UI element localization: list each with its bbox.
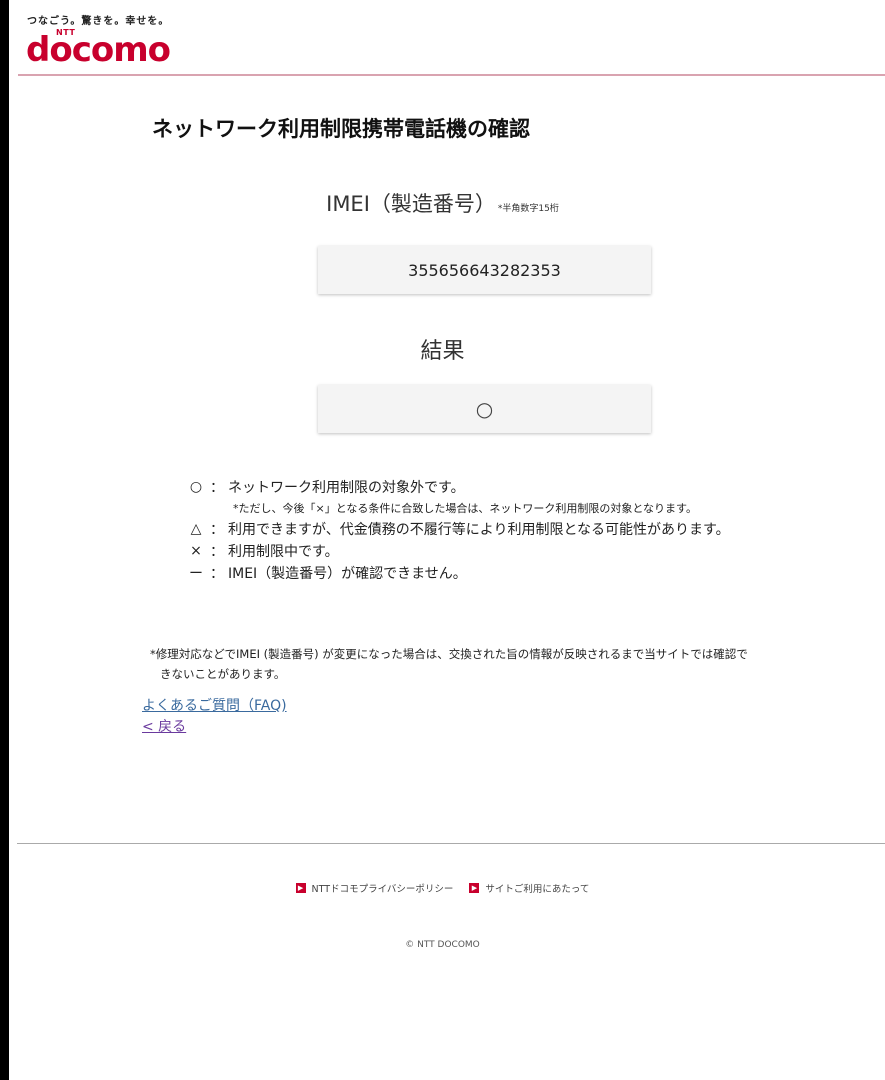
page-title: ネットワーク利用制限携帯電話機の確認 <box>152 117 530 141</box>
footer-links: ▶ NTTドコモプライバシーポリシー ▶ サイトご利用にあたって <box>0 881 885 895</box>
notice-line-1: *修理対応などでIMEI (製造番号) が変更になった場合は、交換された旨の情報… <box>150 647 748 661</box>
repair-notice: *修理対応などでIMEI (製造番号) が変更になった場合は、交換された旨の情報… <box>150 644 840 684</box>
logo-wordmark: docomo <box>26 30 171 70</box>
result-value: ○ <box>475 397 494 421</box>
legend-text: 利用できますが、代金債務の不履行等により利用制限となる可能性があります。 <box>228 522 730 538</box>
faq-link[interactable]: よくあるご質問（FAQ) <box>142 695 287 715</box>
legend-symbol: ー <box>189 566 203 582</box>
legend-symbol: × <box>190 543 202 559</box>
brand-tagline: つなごう。驚きを。幸せを。 <box>27 16 170 27</box>
docomo-logo[interactable]: NTT docomo <box>26 28 186 72</box>
legend-item: ー ： IMEI（製造番号）が確認できません。 <box>186 562 730 584</box>
result-legend: ○ ： ネットワーク利用制限の対象外です。 *ただし、今後「×」となる条件に合致… <box>186 476 730 584</box>
site-terms-label: サイトご利用にあたって <box>485 884 590 895</box>
legend-text: 利用制限中です。 <box>228 544 339 560</box>
imei-value: 355656643282353 <box>408 260 561 280</box>
arrow-right-icon: ▶ <box>295 883 306 893</box>
imei-value-box: 355656643282353 <box>318 246 651 294</box>
legend-item: ○ ： ネットワーク利用制限の対象外です。 <box>186 476 730 498</box>
header-divider <box>18 74 885 76</box>
privacy-policy-label: NTTドコモプライバシーポリシー <box>311 884 454 895</box>
result-value-box: ○ <box>318 385 651 433</box>
site-terms-link[interactable]: ▶ サイトご利用にあたって <box>469 881 589 895</box>
legend-text: IMEI（製造番号）が確認できません。 <box>228 566 467 582</box>
imei-label-text: IMEI（製造番号） <box>326 192 496 216</box>
legend-symbol: ○ <box>189 479 203 495</box>
arrow-right-icon: ▶ <box>469 883 480 893</box>
legend-sub-note: *ただし、今後「×」となる条件に合致した場合は、ネットワーク利用制限の対象となり… <box>233 502 697 515</box>
copyright: © NTT DOCOMO <box>405 940 480 950</box>
legend-colon: ： <box>210 522 224 538</box>
legend-item: △ ： 利用できますが、代金債務の不履行等により利用制限となる可能性があります。 <box>186 518 730 540</box>
legend-colon: ： <box>210 544 224 560</box>
notice-line-2: きないことがあります。 <box>160 667 286 681</box>
legend-colon: ： <box>210 480 224 496</box>
legend-colon: ： <box>210 566 224 582</box>
imei-label: IMEI（製造番号） *半角数字15桁 <box>0 188 885 218</box>
result-label: 結果 <box>420 339 465 364</box>
footer-divider <box>17 843 885 844</box>
imei-format-note: *半角数字15桁 <box>497 204 559 214</box>
back-link[interactable]: < 戻る <box>142 716 186 736</box>
privacy-policy-link[interactable]: ▶ NTTドコモプライバシーポリシー <box>295 881 454 895</box>
legend-item: × ： 利用制限中です。 <box>186 540 730 562</box>
legend-symbol: △ <box>190 521 202 537</box>
left-black-bar <box>0 0 9 1080</box>
legend-text: ネットワーク利用制限の対象外です。 <box>228 480 465 496</box>
